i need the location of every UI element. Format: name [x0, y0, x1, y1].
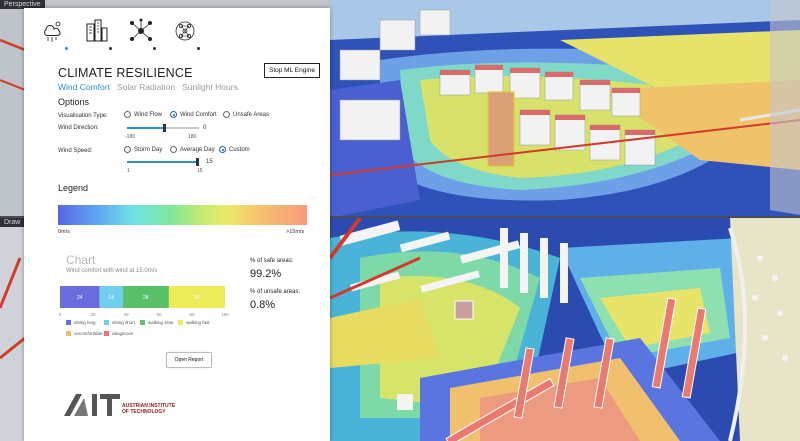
module-icon-bar [40, 18, 200, 58]
stop-ml-engine-button[interactable]: Stop ML Engine [264, 63, 321, 78]
radio-label: Wind Flow [134, 111, 163, 118]
key-swatch [140, 320, 145, 325]
chart-tick-label: 100 [221, 312, 229, 317]
tab-dot [109, 47, 112, 50]
legend-key-sitting-short: sitting short [104, 320, 135, 325]
chart-data-label: 24 [77, 295, 83, 301]
chart-tick-label: 80 [189, 312, 195, 317]
radio-circle [223, 111, 230, 118]
slider-thumb[interactable] [196, 158, 199, 166]
legend-max-label: >15m/s [286, 229, 305, 235]
slider-fill [127, 161, 199, 163]
open-report-button[interactable]: Open Report [166, 352, 212, 368]
tab-wind-comfort[interactable]: Wind Comfort [58, 82, 110, 92]
radio-storm-day[interactable]: Storm Day [124, 146, 162, 153]
legend-key-dangerous: dangerous [104, 331, 133, 336]
legend-key-uncomfortable: uncomfortable [66, 331, 103, 336]
radio-wind-flow[interactable]: Wind Flow [124, 111, 162, 118]
active-tab-dot [65, 47, 68, 50]
neural-network-icon-tab[interactable] [172, 18, 200, 52]
tab-dot [197, 47, 200, 50]
plan-label: Draw [0, 218, 25, 227]
chart-title: Chart [66, 253, 96, 267]
key-swatch [104, 320, 109, 325]
chart-tick-label: 40 [123, 312, 129, 317]
chart-data-label: 34 [194, 295, 200, 301]
wind-direction-value: 0 [203, 125, 207, 131]
radio-circle [124, 111, 131, 118]
weather-icon [44, 21, 61, 42]
radio-label: Unsafe Areas [233, 111, 270, 118]
radio-wind-comfort[interactable]: Wind Comfort [170, 111, 217, 118]
legend-min-label: 0m/s [58, 229, 70, 235]
radio-unsafe-areas[interactable]: Unsafe Areas [223, 111, 269, 118]
slider-thumb[interactable] [163, 124, 166, 132]
safe-areas-value: 99.2% [250, 268, 282, 280]
chart-data-label: 28 [143, 295, 149, 301]
legend-color-ramp [58, 205, 307, 225]
key-swatch [66, 331, 71, 336]
legend-heading: Legend [58, 183, 89, 193]
chart-data-label: 14 [108, 295, 114, 301]
wind-direction-min: -180 [125, 134, 136, 140]
panel-title: CLIMATE RESILIENCE [58, 66, 193, 80]
legend-key-walking-fast: walking fast [178, 320, 210, 325]
network-icon [130, 18, 152, 41]
chart-tick-label: 20 [90, 312, 96, 317]
radio-label: Wind Comfort [180, 111, 217, 118]
logo-line-2: OF TECHNOLOGY [122, 408, 166, 415]
buildings-icon-tab[interactable] [84, 18, 112, 52]
climate-resilience-panel: CLIMATE RESILIENCE Stop ML Engine Wind C… [24, 8, 330, 441]
wind-direction-label: Wind Direction: [58, 125, 99, 131]
tab-dot [153, 47, 156, 50]
network-icon-tab[interactable] [128, 18, 156, 52]
key-swatch [66, 320, 71, 325]
chart-subtitle: Wind comfort with wind at 15.0m/s [66, 268, 158, 274]
unsafe-areas-value: 0.8% [250, 299, 276, 311]
chart-tick-label: 60 [156, 312, 162, 317]
slider-fill [127, 127, 163, 129]
wind-direction-slider[interactable] [127, 124, 199, 132]
wind-speed-value: 15 [206, 159, 213, 165]
analysis-tabs: Wind Comfort Solar Radiation Sunlight Ho… [58, 82, 238, 92]
radio-label: Custom [229, 146, 250, 153]
safe-areas-label: % of safe areas: [250, 258, 294, 264]
ait-logo [64, 394, 120, 416]
options-heading: Options [58, 97, 90, 107]
key-swatch [104, 331, 109, 336]
radio-average-day[interactable]: Average Day [170, 146, 215, 153]
radio-circle [219, 146, 226, 153]
legend-key-sitting-long: sitting long [66, 320, 96, 325]
radio-label: Average Day [180, 146, 215, 153]
wind-direction-max: 180 [188, 134, 197, 140]
chart-tick-label: 0 [59, 312, 62, 317]
key-label: uncomfortable [74, 331, 103, 336]
wind-speed-min: 1 [127, 168, 130, 174]
radio-custom[interactable]: Custom [219, 146, 250, 153]
neural-network-icon [175, 21, 195, 41]
key-swatch [178, 320, 183, 325]
tab-sunlight-hours[interactable]: Sunlight Hours [182, 82, 238, 92]
wind-comfort-chart: 24 14 28 34 0 20 40 60 80 100 [59, 286, 229, 317]
tab-solar-radiation[interactable]: Solar Radiation [117, 82, 175, 92]
radio-circle [124, 146, 131, 153]
key-label: sitting long [74, 320, 96, 325]
wind-speed-slider[interactable] [127, 158, 199, 166]
key-label: dangerous [112, 331, 134, 336]
radio-circle [170, 146, 177, 153]
visualisation-type-label: Visualisation Type: [58, 113, 108, 119]
key-label: sitting short [112, 320, 136, 325]
wind-speed-label: Wind Speed: [58, 148, 93, 154]
legend-key-walking-slow: walking slow [140, 320, 173, 325]
radio-circle [170, 111, 177, 118]
wind-speed-max: 15 [197, 168, 203, 174]
ait-logo-text: AUSTRIAN INSTITUTE OF TECHNOLOGY [122, 403, 175, 415]
key-label: walking slow [148, 320, 174, 325]
radio-label: Storm Day [134, 146, 163, 153]
unsafe-areas-label: % of unsafe areas: [250, 289, 301, 295]
key-label: walking fast [186, 320, 210, 325]
buildings-icon [86, 19, 108, 42]
weather-icon-tab[interactable] [40, 18, 68, 52]
